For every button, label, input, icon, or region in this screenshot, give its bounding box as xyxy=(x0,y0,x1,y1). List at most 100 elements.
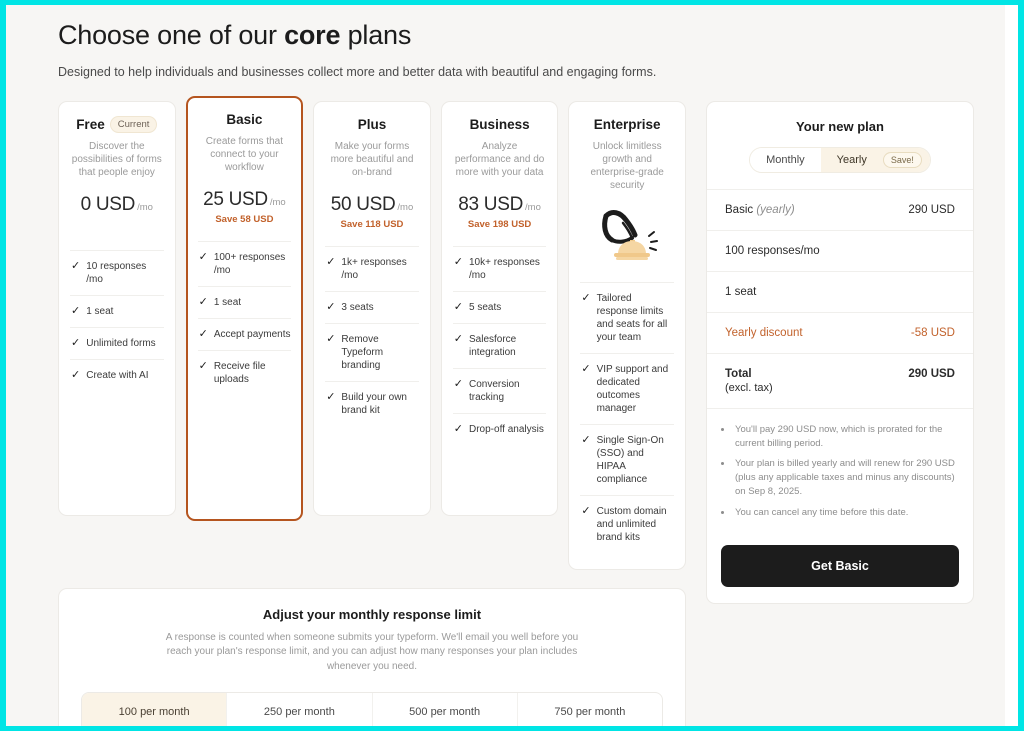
plan-card-business[interactable]: Business Analyze performance and do more … xyxy=(440,100,559,516)
plan-feature-label: Build your own brand kit xyxy=(341,391,407,416)
plan-card-list: Free Current Discover the possibilities of… xyxy=(58,95,686,570)
check-icon: ✓ xyxy=(326,300,336,313)
summary-total-label: Total (excl. tax) xyxy=(725,368,773,394)
plan-description: Make your forms more beautiful and on-br… xyxy=(330,140,414,178)
response-limit-title: Adjust your monthly response limit xyxy=(262,606,482,622)
summary-row-label-text: Basic xyxy=(725,203,754,216)
response-limit-options: 100 per month 250 per month 500 per month 7… xyxy=(81,692,663,726)
check-icon: ✓ xyxy=(453,255,463,268)
summary-row-plan: Basic (yearly) 290 USD xyxy=(707,190,973,230)
check-icon: ✓ xyxy=(198,327,208,340)
response-limit-option[interactable]: 500 per month xyxy=(371,693,517,726)
page-scrollbar[interactable] xyxy=(1005,5,1018,726)
plan-feature-label: 10k+ responses /mo xyxy=(469,256,540,281)
plan-feature-label: 1 seat xyxy=(86,305,114,317)
check-icon: ✓ xyxy=(71,259,81,272)
check-icon: ✓ xyxy=(326,255,336,268)
plan-feature-label: Receive file uploads xyxy=(213,360,266,385)
hand-ringing-bell-icon xyxy=(602,209,659,260)
plan-feature-label: Tailored response limits and seats for a… xyxy=(596,292,668,343)
plan-name: Basic xyxy=(226,112,263,128)
check-icon: ✓ xyxy=(71,336,81,349)
page-title-prefix: Choose one of our xyxy=(58,20,285,50)
plan-card-header: Plus xyxy=(325,116,419,134)
get-plan-button[interactable]: Get Basic xyxy=(721,545,959,588)
plan-name: Plus xyxy=(357,117,387,133)
check-icon: ✓ xyxy=(453,422,463,435)
check-icon: ✓ xyxy=(71,368,81,381)
plan-card-enterprise[interactable]: Enterprise Unlock limitless growth and en… xyxy=(568,100,686,570)
plan-name: Enterprise xyxy=(593,117,661,133)
plan-price-period: /mo xyxy=(397,201,414,213)
plan-feature-list: ✓ Tailored response limits and seats for … xyxy=(580,281,674,553)
response-limit-description: A response is counted when someone submi… xyxy=(165,631,579,672)
check-icon: ✓ xyxy=(198,359,208,372)
current-plan-badge: Current xyxy=(109,116,158,134)
plan-feature: ✓ Single Sign-On (SSO) and HIPAA complian… xyxy=(580,423,674,495)
plan-feature: ✓ 3 seats xyxy=(325,290,419,323)
pricing-page: Choose one of our core plans Designed to… xyxy=(6,5,1005,726)
plan-price: 83 USD xyxy=(458,193,524,215)
summary-row-label-note: (yearly) xyxy=(756,203,795,216)
plan-name: Business xyxy=(469,117,530,133)
check-icon: ✓ xyxy=(581,504,591,517)
total-label-text: Total xyxy=(725,367,752,380)
plan-feature: ✓ Build your own brand kit xyxy=(325,380,419,426)
plan-feature: ✓ Create with AI xyxy=(70,358,164,391)
check-icon: ✓ xyxy=(581,362,591,375)
summary-row-label: 1 seat xyxy=(725,286,756,298)
plan-feature-label: 1 seat xyxy=(213,296,242,308)
plan-feature: ✓ 10 responses /mo xyxy=(70,249,164,295)
plan-feature-label: 1k+ responses /mo xyxy=(341,256,407,281)
summary-row-detail: 100 responses/mo xyxy=(707,229,973,271)
summary-total-row: Total (excl. tax) 290 USD xyxy=(707,352,973,408)
summary-row-value: -58 USD xyxy=(910,326,955,339)
plan-card-free[interactable]: Free Current Discover the possibilities of… xyxy=(58,100,176,516)
check-icon: ✓ xyxy=(326,332,336,345)
response-limit-option[interactable]: 250 per month xyxy=(226,693,371,726)
plan-price-period: /mo xyxy=(269,196,286,208)
summary-row-label-text: 1 seat xyxy=(725,285,757,298)
plan-feature: ✓ 1 seat xyxy=(197,285,292,318)
plans-column: Free Current Discover the possibilities of… xyxy=(58,95,686,726)
response-limit-option[interactable]: 100 per month xyxy=(82,693,227,726)
plan-price-row: 83 USD/mo xyxy=(453,194,547,216)
page-subtitle: Designed to help individuals and busines… xyxy=(58,64,657,79)
plan-savings: Save 58 USD xyxy=(215,213,274,225)
summary-row-value: 290 USD xyxy=(908,203,955,216)
billing-option-monthly[interactable]: Monthly xyxy=(750,147,821,172)
plan-card-basic[interactable]: Basic Create forms that connect to your w… xyxy=(185,95,304,521)
summary-row-label: Basic (yearly) xyxy=(725,204,795,216)
billing-period-toggle[interactable]: Monthly Yearly Save! xyxy=(749,146,931,173)
page-title-suffix: plans xyxy=(340,20,412,50)
plan-card-header: Enterprise xyxy=(580,116,674,134)
check-icon: ✓ xyxy=(581,291,591,304)
plan-feature-label: Drop-off analysis xyxy=(469,423,544,435)
plan-illustration xyxy=(580,200,674,266)
plan-description: Create forms that connect to your workfl… xyxy=(205,135,284,173)
save-badge: Save! xyxy=(882,151,922,168)
fineprint-item: You can cancel any time before this date… xyxy=(733,506,955,520)
billing-option-yearly-group[interactable]: Yearly Save! xyxy=(820,147,930,172)
plan-feature-label: Remove Typeform branding xyxy=(341,333,384,371)
check-icon: ✓ xyxy=(71,304,81,317)
plan-feature: ✓ 100+ responses /mo xyxy=(197,240,292,286)
plan-feature: ✓ Tailored response limits and seats for … xyxy=(580,281,674,353)
check-icon: ✓ xyxy=(453,377,463,390)
check-icon: ✓ xyxy=(453,300,463,313)
plan-feature: ✓ Unlimited forms xyxy=(70,326,164,359)
plan-description: Unlock limitless growth and enterprise-g… xyxy=(590,140,664,191)
plan-feature-label: 5 seats xyxy=(469,301,502,313)
plan-price-row: 25 USD/mo xyxy=(198,189,292,211)
plan-feature: ✓ 5 seats xyxy=(452,290,547,323)
billing-option-yearly[interactable]: Yearly xyxy=(820,147,883,172)
response-limit-option[interactable]: 750 per month xyxy=(516,693,662,726)
plan-price-row: 0 USD/mo xyxy=(70,194,164,216)
summary-title: Your new plan xyxy=(796,118,884,134)
plan-card-header: Business xyxy=(453,116,547,134)
browser-viewport: Choose one of our core plans Designed to… xyxy=(6,5,1018,726)
plan-feature-list: ✓ 100+ responses /mo ✓ 1 seat ✓ Accept paymen… xyxy=(197,240,292,395)
plan-card-plus[interactable]: Plus Make your forms more beautiful and o… xyxy=(313,100,431,516)
plan-card-header: Basic xyxy=(198,111,292,129)
summary-column: Your new plan Monthly Yearly Save! Basic… xyxy=(706,100,974,726)
